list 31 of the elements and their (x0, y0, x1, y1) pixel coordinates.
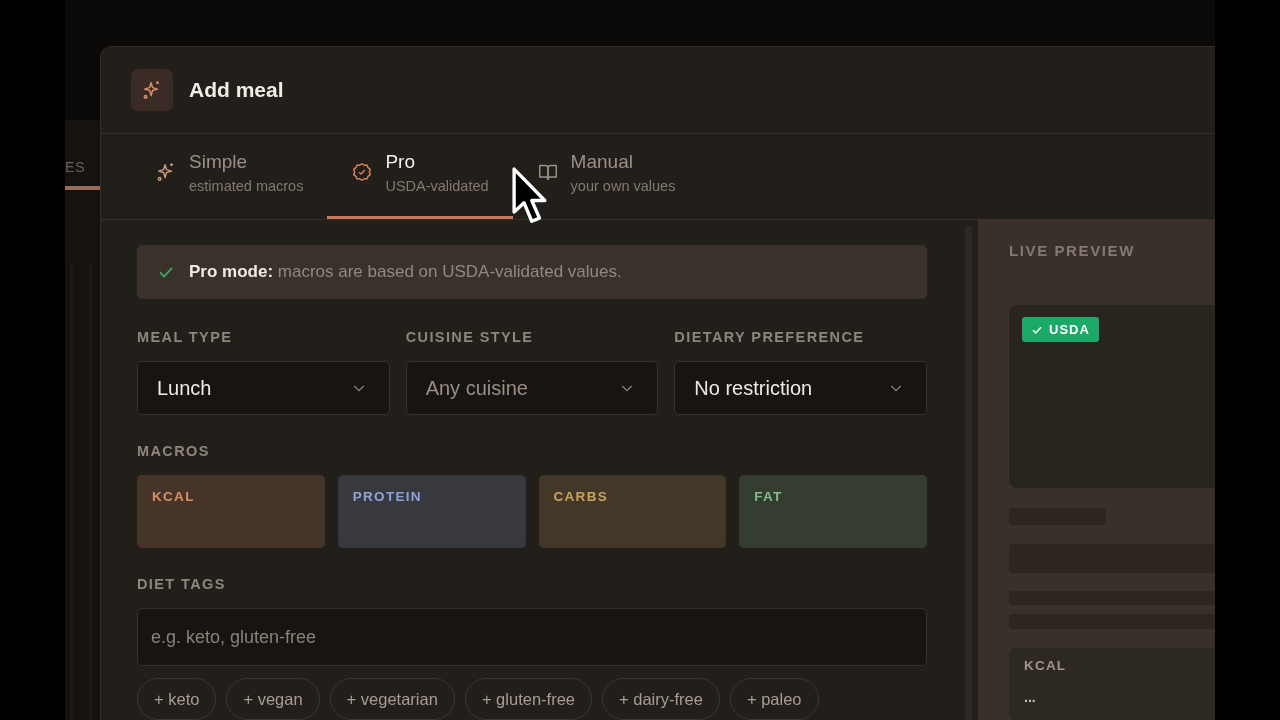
tab-underline (65, 186, 100, 190)
tag-chip[interactable]: + vegetarian (329, 678, 455, 720)
stat-value: ... (1024, 688, 1037, 705)
mode-tab[interactable]: Simple estimated macros (131, 134, 328, 219)
input-field[interactable]: e.g. keto, gluten-free (137, 608, 927, 666)
tag-chip[interactable]: + paleo (729, 678, 819, 720)
macro-label: PROTEIN (352, 489, 422, 505)
tab-label: ES (65, 159, 86, 175)
dropdown[interactable]: Any cuisine (405, 361, 659, 416)
sparkle-icon (131, 69, 173, 111)
dialog-title: Add meal (189, 78, 284, 102)
tag-chip[interactable]: + keto (137, 678, 217, 720)
macro-label: FAT (754, 489, 783, 505)
tag-chip[interactable]: + gluten-free (464, 678, 592, 720)
section-label: LIVE PREVIEW (1009, 242, 1136, 259)
dropdown[interactable]: Lunch (137, 361, 390, 416)
section-label: DIET TAGS (137, 576, 227, 593)
mode-tab[interactable]: Manual your own values (512, 134, 700, 219)
macro-label: CARBS (553, 489, 608, 505)
info-text: Pro mode: macros are based on USDA-validated values. (189, 262, 622, 282)
dropdown[interactable]: No restriction (674, 361, 927, 416)
stat-label: KCAL (1024, 657, 1068, 673)
status-badge: USDA (1022, 317, 1099, 342)
field-label: MEAL TYPE (137, 329, 234, 346)
section-label: MACROS (137, 443, 211, 460)
macro-label: KCAL (152, 489, 195, 505)
badge-check-icon (351, 161, 374, 183)
tag-chip[interactable]: + vegan (226, 678, 320, 720)
field-label: CUISINE STYLE (405, 329, 535, 346)
field-label: DIETARY PREFERENCE (674, 329, 866, 346)
tag-chip[interactable]: + dairy-free (602, 678, 720, 720)
